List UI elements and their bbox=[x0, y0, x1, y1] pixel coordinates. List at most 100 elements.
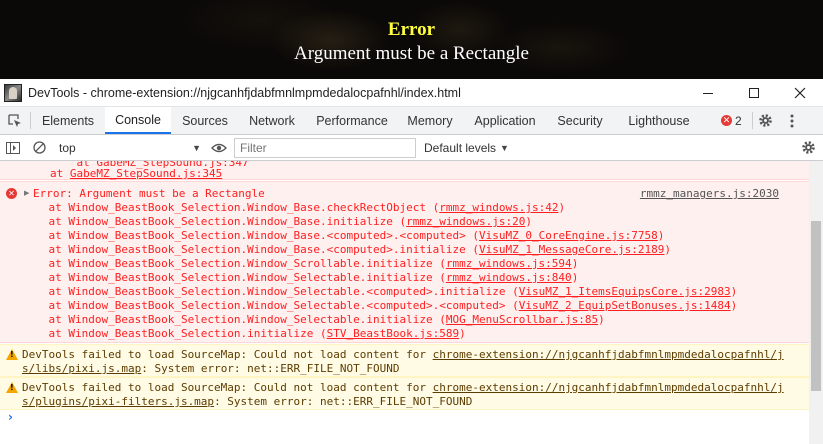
close-icon bbox=[794, 87, 806, 99]
close-window-button[interactable] bbox=[777, 79, 823, 107]
warning-source-link[interactable]: s/plugins/pixi-filters.js.map bbox=[22, 395, 214, 408]
show-sidebar-button[interactable] bbox=[0, 135, 26, 161]
log-levels-label: Default levels bbox=[424, 140, 497, 155]
console-scrollbar[interactable] bbox=[809, 161, 823, 444]
devtools-tabbar: Elements Console Sources Network Perform… bbox=[0, 107, 823, 135]
minimize-button[interactable] bbox=[685, 79, 731, 107]
stack-source-link[interactable]: VisuMZ_1_ItemsEquipsCore.js:2983 bbox=[519, 285, 731, 298]
console-warning-message: DevTools failed to load SourceMap: Could… bbox=[0, 377, 809, 410]
context-value: top bbox=[59, 140, 76, 155]
stack-prefix: at Window_BeastBook_Selection.Window_Sel… bbox=[22, 285, 519, 298]
tab-performance[interactable]: Performance bbox=[305, 107, 399, 134]
error-count: 2 bbox=[735, 113, 742, 128]
clear-console-button[interactable] bbox=[26, 135, 52, 161]
stack-line: at Window_BeastBook_Selection.Window_Sel… bbox=[22, 299, 737, 313]
stack-suffix: ) bbox=[730, 285, 738, 298]
console-warning-message: DevTools failed to load SourceMap: Could… bbox=[0, 344, 809, 377]
stack-source-link[interactable]: VisuMZ_1_MessageCore.js:2189 bbox=[479, 243, 664, 256]
stack-line: at Window_BeastBook_Selection.Window_Bas… bbox=[22, 201, 565, 215]
context-selector[interactable]: top ▼ bbox=[53, 138, 205, 158]
clear-console-icon bbox=[32, 141, 46, 154]
tab-network[interactable]: Network bbox=[239, 107, 305, 134]
stack-line: at Window_BeastBook_Selection.Window_Sel… bbox=[22, 313, 604, 327]
tab-console[interactable]: Console bbox=[105, 107, 171, 134]
devtools-titlebar: DevTools - chrome-extension://njgcanhfjd… bbox=[0, 79, 823, 107]
console-output[interactable]: at GabeMZ_StepSound.js:347 at GabeMZ_Ste… bbox=[0, 161, 809, 444]
warning-text: DevTools failed to load SourceMap: Could… bbox=[22, 381, 433, 394]
stack-source-link[interactable]: VisuMZ_2_EquipSetBonuses.js:1484 bbox=[519, 299, 731, 312]
app-icon bbox=[4, 83, 22, 102]
stack-source-link[interactable]: rmmz_windows.js:42 bbox=[439, 201, 558, 214]
tab-application[interactable]: Application bbox=[461, 107, 549, 134]
warning-line-2: s/plugins/pixi-filters.js.map: System er… bbox=[22, 395, 472, 409]
warning-line-1: DevTools failed to load SourceMap: Could… bbox=[22, 381, 784, 395]
stack-source-link[interactable]: rmmz_windows.js:20 bbox=[406, 215, 525, 228]
tab-memory[interactable]: Memory bbox=[399, 107, 461, 134]
game-error-title: Error bbox=[387, 19, 436, 40]
stack-line: at Window_BeastBook_Selection.Window_Sel… bbox=[22, 285, 737, 299]
stack-suffix: ) bbox=[558, 201, 566, 214]
window-title: DevTools - chrome-extension://njgcanhfjd… bbox=[28, 85, 461, 100]
maximize-button[interactable] bbox=[731, 79, 777, 107]
stack-source-link[interactable]: GabeMZ_StepSound.js:345 bbox=[70, 167, 222, 180]
filter-input[interactable] bbox=[240, 140, 415, 155]
stack-line: at Window_BeastBook_Selection.Window_Sel… bbox=[22, 271, 578, 285]
stack-source-link[interactable]: rmmz_windows.js:594 bbox=[446, 257, 572, 270]
inspect-icon bbox=[8, 113, 21, 127]
stack-prefix: at Window_BeastBook_Selection.Window_Sel… bbox=[22, 271, 446, 284]
error-text: Error: Argument must be a Rectangle bbox=[33, 187, 265, 200]
stack-prefix: at Window_BeastBook_Selection.Window_Sel… bbox=[22, 299, 519, 312]
inspect-element-button[interactable] bbox=[0, 107, 30, 134]
window-controls bbox=[685, 79, 823, 107]
game-error-message: Argument must be a Rectangle bbox=[294, 43, 529, 64]
dropdown-arrow-icon: ▼ bbox=[192, 142, 201, 153]
expand-triangle-icon[interactable]: ▶ bbox=[24, 189, 29, 197]
stack-line: at Window_BeastBook_Selection.initialize… bbox=[22, 327, 466, 341]
stack-prefix: at Window_BeastBook_Selection.Window_Sel… bbox=[22, 313, 446, 326]
stack-suffix: ) bbox=[525, 215, 532, 228]
stack-source-link[interactable]: STV_BeastBook.js:589 bbox=[327, 327, 459, 340]
tab-lighthouse[interactable]: Lighthouse bbox=[611, 107, 707, 134]
stack-suffix: ) bbox=[571, 257, 579, 270]
stack-line: at Window_BeastBook_Selection.Window_Bas… bbox=[22, 215, 532, 229]
error-count-badge[interactable]: ✕ 2 bbox=[721, 107, 742, 134]
console-toolbar: top ▼ Default levels ▼ bbox=[0, 135, 823, 161]
error-icon: ✕ bbox=[6, 188, 17, 199]
console-prompt[interactable]: › bbox=[8, 410, 13, 424]
tab-sources[interactable]: Sources bbox=[171, 107, 239, 134]
live-expression-button[interactable] bbox=[206, 135, 232, 161]
stack-suffix: ) bbox=[571, 271, 579, 284]
warning-text: : System error: net::ERR_FILE_NOT_FOUND bbox=[214, 395, 473, 408]
stack-suffix: ) bbox=[664, 243, 672, 256]
stack-line: at Window_BeastBook_Selection.Window_Bas… bbox=[22, 243, 671, 257]
warning-source-link[interactable]: s/libs/pixi.js.map bbox=[22, 362, 141, 375]
stack-prefix: at Window_BeastBook_Selection.Window_Bas… bbox=[22, 229, 479, 242]
dropdown-arrow-icon: ▼ bbox=[500, 142, 509, 153]
console-settings-button[interactable] bbox=[795, 135, 821, 161]
stack-prefix: at bbox=[50, 167, 70, 180]
log-levels-dropdown[interactable]: Default levels ▼ bbox=[424, 141, 509, 155]
warning-line-2: s/libs/pixi.js.map: System error: net::E… bbox=[22, 362, 400, 376]
warning-source-link[interactable]: chrome-extension://njgcanhfjdabfmnlmpmde… bbox=[433, 381, 784, 394]
sidebar-toggle-icon bbox=[6, 141, 20, 154]
stack-source-link[interactable]: MOG_MenuScrollbar.js:85 bbox=[446, 313, 598, 326]
stack-line: at Window_BeastBook_Selection.Window_Scr… bbox=[22, 257, 578, 271]
stack-line: at Window_BeastBook_Selection.Window_Bas… bbox=[22, 229, 664, 243]
stack-suffix: ) bbox=[730, 299, 738, 312]
gear-icon bbox=[801, 141, 815, 154]
error-source-link[interactable]: rmmz_managers.js:2030 bbox=[640, 187, 779, 201]
stack-suffix: ) bbox=[657, 229, 665, 242]
tab-security[interactable]: Security bbox=[549, 107, 611, 134]
minimize-icon bbox=[703, 92, 713, 94]
scrollbar-thumb[interactable] bbox=[811, 221, 821, 391]
stack-source-link[interactable]: rmmz_windows.js:840 bbox=[446, 271, 572, 284]
tab-elements[interactable]: Elements bbox=[31, 107, 105, 134]
stack-suffix: ) bbox=[459, 327, 466, 340]
warning-line-1: DevTools failed to load SourceMap: Could… bbox=[22, 348, 784, 362]
console-error-message: ✕ ▶ Error: Argument must be a Rectangle … bbox=[0, 181, 809, 343]
settings-button[interactable] bbox=[753, 107, 779, 134]
filter-field[interactable] bbox=[234, 137, 416, 158]
stack-source-link[interactable]: VisuMZ_0_CoreEngine.js:7758 bbox=[479, 229, 658, 242]
more-options-button[interactable] bbox=[779, 107, 805, 134]
warning-source-link[interactable]: chrome-extension://njgcanhfjdabfmnlmpmde… bbox=[433, 348, 784, 361]
